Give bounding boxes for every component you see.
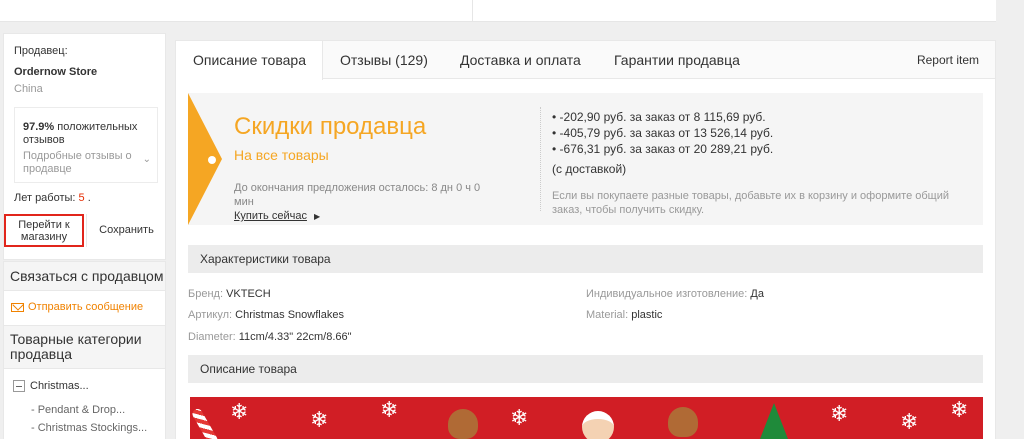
tab-guarantees[interactable]: Гарантии продавца	[614, 41, 740, 79]
product-detail-panel: Описание товара Отзывы (129) Доставка и …	[175, 40, 996, 439]
years-value: 5	[78, 192, 85, 204]
category-item[interactable]: - Christmas Stockings...	[31, 422, 147, 434]
save-store-button[interactable]: Сохранить	[86, 214, 166, 247]
tab-delivery[interactable]: Доставка и оплата	[460, 41, 581, 79]
go-to-store-button[interactable]: Перейти к магазину	[4, 214, 84, 247]
positive-feedback: 97.9% положительных отзывов	[23, 121, 151, 147]
tree-icon	[760, 403, 788, 439]
contact-panel: Связаться с продавцом Отправить сообщени…	[3, 261, 166, 439]
snowflake-icon: ❄	[230, 399, 249, 424]
buy-now-link[interactable]: Купить сейчас	[234, 210, 307, 222]
send-message-label: Отправить сообщение	[28, 301, 144, 313]
spec-diameter: Diameter: 11cm/4.33" 22cm/8.66"	[188, 331, 352, 343]
promo-arrow-shape	[188, 93, 222, 225]
spec-value: VKTECH	[226, 288, 271, 300]
snowflake-icon: ❄	[830, 401, 849, 426]
promo-title: Скидки продавца	[234, 113, 427, 140]
spec-custom-made: Индивидуальное изготовление: Да	[586, 288, 764, 300]
category-root-label: Christmas...	[30, 380, 89, 392]
spec-value: 11cm/4.33" 22cm/8.66"	[238, 331, 352, 343]
years-in-business: Лет работы: 5 .	[14, 192, 91, 204]
spec-value: Christmas Snowflakes	[235, 309, 344, 321]
category-item[interactable]: - Pendant & Drop...	[31, 404, 125, 416]
spec-label: Material:	[586, 309, 629, 321]
years-label: Лет работы:	[14, 192, 76, 204]
positive-feedback-pct: 97.9%	[23, 121, 55, 133]
santa-icon	[582, 411, 614, 439]
tab-bar: Описание товара Отзывы (129) Доставка и …	[176, 41, 995, 80]
spec-brand: Бренд: VKTECH	[188, 288, 271, 300]
tab-description[interactable]: Описание товара	[176, 41, 323, 80]
spec-material: Material: plastic	[586, 309, 662, 321]
seller-info-panel: Продавец: Ordernow Store China 97.9% пол…	[3, 33, 166, 260]
snowflake-icon: ❄	[380, 397, 399, 422]
spec-label: Индивидуальное изготовление:	[586, 288, 748, 300]
reindeer-icon	[448, 409, 478, 439]
promo-dot	[208, 156, 216, 164]
top-bar	[0, 0, 996, 22]
years-suffix: .	[87, 192, 91, 204]
discount-tier: • -405,79 руб. за заказ от 13 526,14 руб…	[552, 126, 774, 140]
specs-header: Характеристики товара	[188, 245, 983, 273]
chevron-down-icon[interactable]: ⌄	[143, 154, 151, 165]
snowflake-icon: ❄	[510, 405, 529, 430]
candy-cane	[190, 407, 220, 439]
promo-note: Если вы покупаете разные товары, добавьт…	[552, 190, 950, 216]
seller-discount-banner: Скидки продавца На все товары До окончан…	[188, 93, 983, 225]
reindeer-icon	[668, 407, 698, 437]
detailed-feedback-link[interactable]: Подробные отзывы о продавце	[23, 150, 143, 176]
collapse-icon[interactable]	[13, 380, 25, 392]
spec-value: Да	[750, 288, 764, 300]
discount-list: • -202,90 руб. за заказ от 8 115,69 руб.…	[552, 109, 773, 177]
send-message-link[interactable]: Отправить сообщение	[11, 301, 143, 313]
seller-country: China	[14, 83, 43, 95]
spec-article: Артикул: Christmas Snowflakes	[188, 309, 344, 321]
seller-name-link[interactable]: Ordernow Store	[14, 66, 97, 78]
categories-title: Товарные категории продавца	[4, 325, 165, 369]
category-root[interactable]: Christmas...	[13, 380, 89, 392]
spec-label: Diameter:	[188, 331, 236, 343]
discount-tier: • -676,31 руб. за заказ от 20 289,21 руб…	[552, 142, 774, 156]
description-header: Описание товара	[188, 355, 983, 383]
top-bar-divider	[472, 0, 473, 22]
promo-subtitle: На все товары	[234, 147, 329, 163]
report-item-link[interactable]: Report item	[917, 41, 979, 79]
with-delivery-note: (с доставкой)	[552, 162, 627, 176]
spec-value: plastic	[631, 309, 663, 321]
spec-label: Артикул:	[188, 309, 233, 321]
seller-label: Продавец:	[14, 45, 68, 57]
feedback-summary[interactable]: 97.9% положительных отзывов Подробные от…	[14, 107, 158, 183]
caret-right-icon: ▶	[314, 212, 321, 221]
product-image: ❄ ❄ ❄ ❄ ❄ ❄ ❄	[190, 397, 983, 439]
promo-divider	[540, 107, 541, 211]
promo-time-left: До окончания предложения осталось: 8 дн …	[234, 182, 481, 208]
tab-reviews[interactable]: Отзывы (129)	[340, 41, 428, 79]
contact-title: Связаться с продавцом	[4, 262, 165, 291]
envelope-icon	[11, 302, 24, 312]
snowflake-icon: ❄	[950, 397, 969, 422]
snowflake-icon: ❄	[900, 409, 919, 434]
discount-tier: • -202,90 руб. за заказ от 8 115,69 руб.	[552, 110, 766, 124]
spec-label: Бренд:	[188, 288, 224, 300]
snowflake-icon: ❄	[310, 407, 329, 432]
